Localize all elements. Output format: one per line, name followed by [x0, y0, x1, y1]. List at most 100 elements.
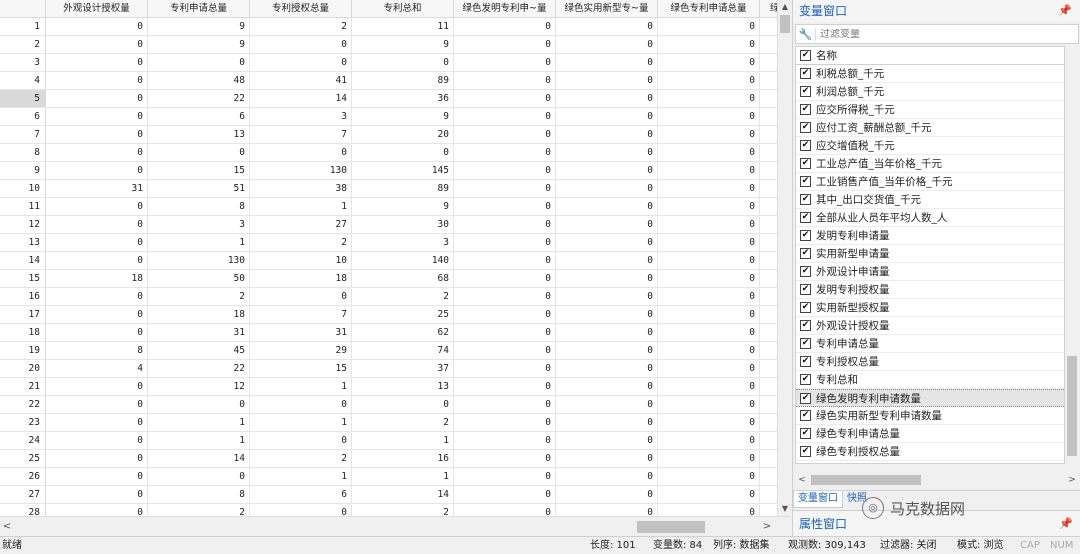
- table-cell[interactable]: 0: [454, 216, 556, 233]
- table-cell[interactable]: 38: [250, 180, 352, 197]
- row-number[interactable]: 23: [0, 414, 46, 431]
- table-cell[interactable]: 0: [46, 234, 148, 251]
- table-cell[interactable]: 0: [556, 468, 658, 485]
- table-row[interactable]: 20909000: [0, 36, 777, 54]
- scroll-thumb[interactable]: [811, 475, 921, 485]
- table-cell[interactable]: 0: [46, 504, 148, 516]
- table-cell[interactable]: 0: [148, 54, 250, 71]
- table-cell[interactable]: [760, 378, 777, 395]
- table-cell[interactable]: [760, 18, 777, 35]
- table-cell[interactable]: 0: [454, 270, 556, 287]
- row-number[interactable]: 15: [0, 270, 46, 287]
- table-row[interactable]: 4 0 48 41 89 0 0 0: [0, 72, 777, 90]
- checkbox-icon[interactable]: ✔: [800, 338, 811, 349]
- table-cell[interactable]: [760, 252, 777, 269]
- table-row[interactable]: 11 0 8 1 9 0 0 0: [0, 198, 777, 216]
- table-cell[interactable]: 30: [352, 216, 454, 233]
- table-cell[interactable]: [760, 234, 777, 251]
- table-cell[interactable]: [760, 468, 777, 485]
- table-cell[interactable]: [760, 108, 777, 125]
- table-cell[interactable]: 1: [148, 414, 250, 431]
- variable-list-item[interactable]: ✔ 实用新型授权量: [796, 299, 1064, 317]
- table-cell[interactable]: 0: [556, 18, 658, 35]
- table-cell[interactable]: 0: [658, 252, 760, 269]
- table-cell[interactable]: 0: [148, 396, 250, 413]
- table-cell[interactable]: 0: [46, 396, 148, 413]
- table-cell[interactable]: 1: [352, 432, 454, 449]
- table-cell[interactable]: 0: [658, 396, 760, 413]
- table-row[interactable]: 16 0 2 0 2 0 0 0: [0, 288, 777, 306]
- table-cell[interactable]: 50: [148, 270, 250, 287]
- variable-list-item[interactable]: ✔ 专利总和: [796, 371, 1064, 389]
- variable-list-item[interactable]: ✔ 应交增值税_千元: [796, 137, 1064, 155]
- table-cell[interactable]: 0: [658, 18, 760, 35]
- table-row[interactable]: 7 0 13 7 20 0 0 0: [0, 126, 777, 144]
- table-cell[interactable]: 0: [454, 432, 556, 449]
- pin-icon[interactable]: 📌: [1059, 511, 1073, 537]
- table-cell[interactable]: 0: [250, 288, 352, 305]
- table-cell[interactable]: [760, 270, 777, 287]
- variable-list-item[interactable]: ✔ 工业总产值_当年价格_千元: [796, 155, 1064, 173]
- table-cell[interactable]: 1: [250, 468, 352, 485]
- row-number[interactable]: 7: [0, 126, 46, 143]
- table-cell[interactable]: 0: [46, 324, 148, 341]
- table-cell[interactable]: 36: [352, 90, 454, 107]
- scroll-thumb[interactable]: [637, 521, 705, 533]
- table-cell[interactable]: 140: [352, 252, 454, 269]
- checkbox-icon[interactable]: ✔: [800, 212, 811, 223]
- checkbox-icon[interactable]: ✔: [800, 122, 811, 133]
- table-row[interactable]: 9 0 15 130 145 0 0 0: [0, 162, 777, 180]
- checkbox-icon[interactable]: ✔: [800, 86, 811, 97]
- table-cell[interactable]: 0: [454, 396, 556, 413]
- table-cell[interactable]: 2: [148, 504, 250, 516]
- table-cell[interactable]: 0: [250, 396, 352, 413]
- table-cell[interactable]: 1: [148, 234, 250, 251]
- table-row[interactable]: 23 0 1 1 2 0 0 0: [0, 414, 777, 432]
- table-cell[interactable]: 0: [556, 504, 658, 516]
- table-cell[interactable]: 18: [46, 270, 148, 287]
- checkbox-icon[interactable]: ✔: [800, 68, 811, 79]
- table-cell[interactable]: 0: [352, 54, 454, 71]
- scroll-left-icon[interactable]: <: [0, 517, 14, 537]
- table-cell[interactable]: 10: [250, 252, 352, 269]
- table-cell[interactable]: 0: [658, 180, 760, 197]
- checkbox-icon[interactable]: ✔: [800, 428, 811, 439]
- table-cell[interactable]: 0: [556, 234, 658, 251]
- row-number[interactable]: 9: [0, 162, 46, 179]
- row-number[interactable]: 4: [0, 72, 46, 89]
- table-cell[interactable]: 0: [46, 144, 148, 161]
- scroll-right-icon[interactable]: >: [760, 517, 774, 537]
- table-cell[interactable]: 2: [250, 234, 352, 251]
- table-cell[interactable]: 0: [454, 180, 556, 197]
- table-cell[interactable]: 0: [556, 54, 658, 71]
- checkbox-icon[interactable]: ✔: [800, 230, 811, 241]
- table-cell[interactable]: [760, 342, 777, 359]
- table-cell[interactable]: 0: [46, 306, 148, 323]
- table-cell[interactable]: [760, 486, 777, 503]
- table-cell[interactable]: 0: [658, 126, 760, 143]
- table-cell[interactable]: 0: [454, 414, 556, 431]
- variable-list-horizontal-scrollbar[interactable]: < >: [795, 472, 1079, 488]
- table-cell[interactable]: 2: [148, 288, 250, 305]
- column-header[interactable]: 绿色专利申请总量: [658, 0, 760, 18]
- table-row[interactable]: 5 0 22 14 36 0 0 0: [0, 90, 777, 108]
- table-cell[interactable]: 9: [148, 18, 250, 35]
- table-cell[interactable]: 18: [250, 270, 352, 287]
- table-cell[interactable]: 31: [250, 324, 352, 341]
- table-cell[interactable]: 0: [556, 252, 658, 269]
- table-cell[interactable]: 13: [352, 378, 454, 395]
- variable-list-item[interactable]: ✔ 应付工资_薪酬总额_千元: [796, 119, 1064, 137]
- table-cell[interactable]: 3: [250, 108, 352, 125]
- table-cell[interactable]: 0: [658, 324, 760, 341]
- table-cell[interactable]: 0: [46, 450, 148, 467]
- table-cell[interactable]: 8: [148, 486, 250, 503]
- table-cell[interactable]: 1: [148, 432, 250, 449]
- table-cell[interactable]: 0: [454, 504, 556, 516]
- table-cell[interactable]: 0: [454, 36, 556, 53]
- table-cell[interactable]: 2: [250, 18, 352, 35]
- scroll-thumb[interactable]: [1067, 356, 1077, 456]
- table-cell[interactable]: 14: [250, 90, 352, 107]
- filter-variables-input[interactable]: [816, 28, 1066, 40]
- checkbox-icon[interactable]: ✔: [800, 302, 811, 313]
- table-cell[interactable]: 0: [556, 180, 658, 197]
